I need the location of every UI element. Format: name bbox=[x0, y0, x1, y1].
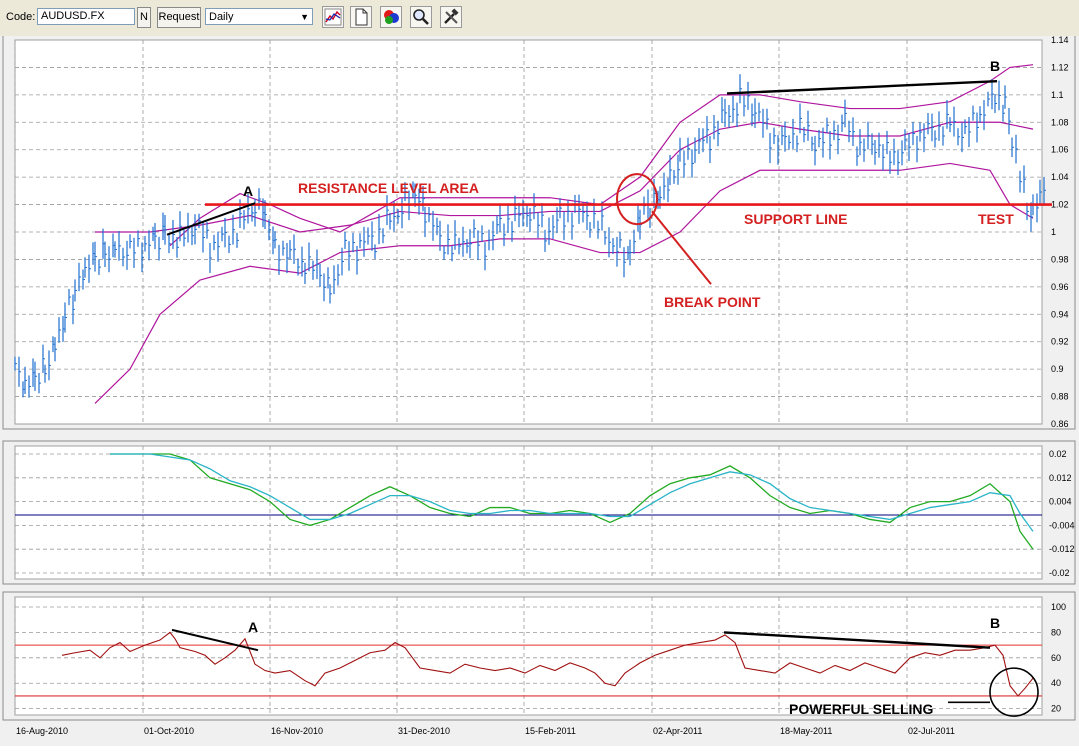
price-tick-label: 1.14 bbox=[1051, 36, 1069, 45]
osc-tick-label: -0.004 bbox=[1049, 520, 1075, 530]
rsi-tick-label: 20 bbox=[1051, 704, 1061, 714]
rsi-tick-label: 40 bbox=[1051, 678, 1061, 688]
osc-tick-label: -0.02 bbox=[1049, 568, 1070, 578]
rsi-tick-label: 100 bbox=[1051, 602, 1066, 612]
period-value: Daily bbox=[209, 11, 234, 23]
price-tick-label: 1.1 bbox=[1051, 90, 1064, 100]
test-label: TEST bbox=[978, 211, 1014, 227]
price-tick-label: 0.9 bbox=[1051, 364, 1064, 374]
x-tick-label: 31-Dec-2010 bbox=[398, 726, 450, 736]
osc-tick-label: -0.012 bbox=[1049, 544, 1075, 554]
osc-tick-label: 0.012 bbox=[1049, 473, 1072, 483]
price-tick-label: 0.86 bbox=[1051, 419, 1069, 429]
osc-tick-label: 0.004 bbox=[1049, 497, 1072, 507]
rsi-tick-label: 60 bbox=[1051, 653, 1061, 663]
price-tick-label: 1.06 bbox=[1051, 145, 1069, 155]
chart-type-icon[interactable] bbox=[322, 6, 344, 28]
request-button[interactable]: Request bbox=[157, 7, 201, 28]
toolbar: Code: N Request Daily ▼ bbox=[0, 0, 1079, 37]
label-b: B bbox=[990, 58, 1000, 74]
price-tick-label: 0.94 bbox=[1051, 309, 1069, 319]
rsi-panel bbox=[14, 596, 1043, 716]
rsi-tick-label: 80 bbox=[1051, 627, 1061, 637]
price-tick-label: 0.92 bbox=[1051, 337, 1069, 347]
price-tick-label: 0.88 bbox=[1051, 392, 1069, 402]
n-button[interactable]: N bbox=[137, 7, 151, 28]
chart-area: 0.86 0.88 0.9 0.92 0.94 0.96 0.98 1 1.02 1.04 1.06… bbox=[0, 34, 1079, 746]
price-tick-label: 1 bbox=[1051, 227, 1056, 237]
price-tick-label: 0.98 bbox=[1051, 254, 1069, 264]
x-tick-label: 18-May-2011 bbox=[780, 726, 832, 736]
code-input[interactable] bbox=[37, 8, 135, 25]
osc-tick-label: 0.02 bbox=[1049, 449, 1067, 459]
x-tick-label: 02-Jul-2011 bbox=[908, 726, 955, 736]
resistance-label: RESISTANCE LEVEL AREA bbox=[298, 180, 479, 196]
price-tick-label: 1.08 bbox=[1051, 117, 1069, 127]
powerful-selling-label: POWERFUL SELLING bbox=[789, 701, 934, 717]
zoom-icon[interactable] bbox=[410, 6, 432, 28]
color-palette-icon[interactable] bbox=[380, 6, 402, 28]
label-a: A bbox=[243, 183, 253, 199]
support-line-label: SUPPORT LINE bbox=[744, 211, 847, 227]
x-tick-label: 16-Nov-2010 bbox=[271, 726, 323, 736]
x-tick-label: 02-Apr-2011 bbox=[653, 726, 702, 736]
price-tick-label: 1.12 bbox=[1051, 62, 1069, 72]
code-label: Code: bbox=[6, 11, 36, 23]
rsi-label-b: B bbox=[990, 615, 1000, 631]
break-point-label: BREAK POINT bbox=[664, 294, 761, 310]
period-select[interactable]: Daily ▼ bbox=[205, 8, 313, 25]
price-tick-label: 0.96 bbox=[1051, 282, 1069, 292]
x-tick-label: 01-Oct-2010 bbox=[144, 726, 194, 736]
price-tick-label: 1.04 bbox=[1051, 172, 1069, 182]
new-document-icon[interactable] bbox=[350, 6, 372, 28]
price-tick-label: 1.02 bbox=[1051, 200, 1069, 210]
x-tick-label: 16-Aug-2010 bbox=[16, 726, 68, 736]
chart-canvas[interactable]: 0.86 0.88 0.9 0.92 0.94 0.96 0.98 1 1.02 1.04 1.06… bbox=[0, 34, 1079, 746]
rsi-label-a: A bbox=[248, 619, 258, 635]
x-tick-label: 15-Feb-2011 bbox=[525, 726, 576, 736]
chevron-down-icon: ▼ bbox=[300, 12, 309, 22]
tools-icon[interactable] bbox=[440, 6, 462, 28]
